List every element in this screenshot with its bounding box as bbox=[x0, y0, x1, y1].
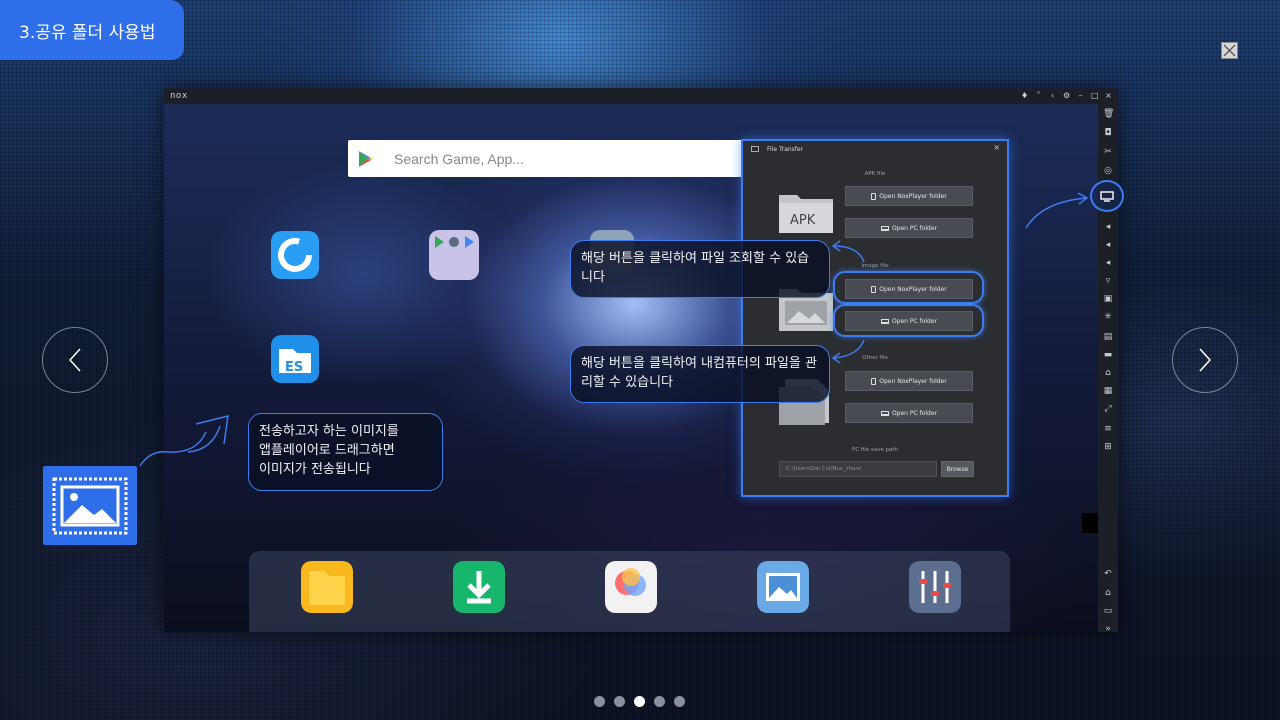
screenshot-icon[interactable]: ◘ bbox=[1103, 128, 1113, 138]
page-dot-3[interactable] bbox=[634, 696, 645, 707]
page-dot-5[interactable] bbox=[674, 696, 685, 707]
window-edge-block bbox=[1082, 513, 1098, 533]
recent-apps-icon[interactable]: ▭ bbox=[1103, 606, 1113, 616]
svg-text:ES: ES bbox=[285, 360, 303, 375]
chevron-left-icon bbox=[68, 348, 81, 372]
scissors-icon[interactable]: ✂ bbox=[1103, 147, 1113, 157]
pin-icon[interactable]: ‹ bbox=[1049, 91, 1056, 100]
keyboard-icon[interactable]: ▤ bbox=[1103, 332, 1113, 342]
next-slide-button[interactable] bbox=[1172, 327, 1238, 393]
apk-folder-icon: APK bbox=[779, 195, 833, 233]
gallery-app-icon[interactable] bbox=[757, 561, 809, 613]
dialog-close-icon[interactable]: × bbox=[993, 143, 1000, 152]
emulator-titlebar: nox ♦ ˅ ‹ ⚙ – □ × bbox=[164, 88, 1118, 104]
callout-view-files: 해당 버튼을 클릭하여 파일 조회할 수 있습니다 bbox=[570, 240, 830, 298]
minimize-icon[interactable]: – bbox=[1077, 91, 1084, 100]
trash-icon[interactable]: 🗑 bbox=[1103, 109, 1114, 119]
arrow-to-pc-button-icon bbox=[831, 339, 865, 364]
chevron-down-icon[interactable]: ˅ bbox=[1035, 91, 1042, 100]
balloon-app-icon[interactable] bbox=[605, 561, 657, 613]
save-path-field[interactable]: C:\Users\Dai Cui\Nox_share bbox=[779, 461, 937, 477]
arrow-to-noxplayer-button-icon bbox=[831, 240, 865, 263]
apk-open-pc-folder-button[interactable]: Open PC folder bbox=[845, 218, 973, 238]
files-app-icon[interactable] bbox=[301, 561, 353, 613]
es-file-explorer-icon[interactable]: ES bbox=[271, 335, 319, 383]
apk-folder-text: APK bbox=[790, 213, 816, 228]
print-icon[interactable]: ▬ bbox=[1103, 350, 1113, 360]
monitor-icon bbox=[751, 146, 759, 152]
apk-install-icon[interactable]: ▣ bbox=[1103, 294, 1113, 304]
highlight-ring-noxplayer bbox=[833, 271, 984, 304]
monitor-icon bbox=[1100, 190, 1114, 202]
pagination-dots bbox=[594, 696, 685, 707]
page-dot-4[interactable] bbox=[654, 696, 665, 707]
image-file-tile[interactable] bbox=[43, 466, 137, 545]
multi-instance-icon[interactable]: ▦ bbox=[1103, 386, 1113, 396]
volume-up-icon[interactable]: ◂ bbox=[1103, 222, 1113, 232]
file-transfer-toolbar-button[interactable] bbox=[1090, 180, 1124, 212]
highlight-ring-pc bbox=[833, 304, 984, 337]
downloader-app-icon[interactable] bbox=[453, 561, 505, 613]
volume-mute-icon[interactable]: ◂ bbox=[1103, 258, 1113, 268]
arrow-to-toolbar-icon bbox=[1025, 192, 1089, 229]
gear-icon[interactable]: ⚙ bbox=[1063, 91, 1070, 100]
file-transfer-title: File Transfer bbox=[767, 145, 804, 153]
maximize-icon[interactable]: □ bbox=[1091, 91, 1099, 100]
callout-manage-files: 해당 버튼을 클릭하여 내컴퓨터의 파일을 관리할 수 있습니다 bbox=[570, 345, 830, 403]
close-icon[interactable] bbox=[1221, 42, 1238, 59]
page-dot-2[interactable] bbox=[614, 696, 625, 707]
page-title-text: 3.공유 폴더 사용법 bbox=[19, 22, 156, 43]
plus-icon[interactable]: ⊞ bbox=[1103, 442, 1113, 452]
laptop-icon bbox=[880, 225, 889, 231]
other-open-pc-folder-button[interactable]: Open PC folder bbox=[845, 403, 973, 423]
laptop-icon bbox=[880, 410, 889, 416]
nox-logo: nox bbox=[170, 91, 188, 101]
other-open-noxplayer-folder-button[interactable]: Open NoxPlayer folder bbox=[845, 371, 973, 391]
other-open-noxplayer-label: Open NoxPlayer folder bbox=[879, 377, 947, 385]
drag-arrow-icon bbox=[139, 415, 229, 467]
page-title: 3.공유 폴더 사용법 bbox=[0, 0, 184, 60]
phone-icon bbox=[871, 377, 877, 385]
file-transfer-header: File Transfer × bbox=[743, 141, 1007, 157]
apk-open-noxplayer-label: Open NoxPlayer folder bbox=[879, 192, 947, 200]
save-path-label: PC file save path bbox=[851, 447, 899, 453]
more-icon[interactable]: » bbox=[1103, 624, 1113, 634]
google-apps-folder-icon[interactable] bbox=[429, 230, 479, 280]
settings-app-icon[interactable] bbox=[909, 561, 961, 613]
cleaner-app-icon[interactable] bbox=[271, 231, 319, 279]
location-icon[interactable]: ◎ bbox=[1103, 166, 1113, 176]
phone-icon bbox=[871, 192, 877, 200]
shirt-icon[interactable]: ♦ bbox=[1021, 91, 1028, 100]
play-store-icon bbox=[359, 150, 373, 167]
menu-icon[interactable]: ≡ bbox=[1103, 424, 1113, 434]
window-close-icon[interactable]: × bbox=[1105, 91, 1112, 100]
other-open-pc-label: Open PC folder bbox=[891, 409, 938, 417]
volume-down-icon[interactable]: ◂ bbox=[1103, 240, 1113, 250]
home-icon[interactable]: ⌂ bbox=[1103, 588, 1113, 598]
search-placeholder: Search Game, App... bbox=[394, 150, 524, 167]
delete-icon[interactable]: ▿ bbox=[1103, 276, 1113, 286]
search-bar[interactable]: Search Game, App... bbox=[348, 140, 743, 177]
apk-open-noxplayer-folder-button[interactable]: Open NoxPlayer folder bbox=[845, 186, 973, 206]
page-dot-1[interactable] bbox=[594, 696, 605, 707]
shake-icon[interactable]: ⌂ bbox=[1103, 368, 1113, 378]
loading-icon[interactable]: ✳ bbox=[1103, 312, 1113, 322]
browse-button[interactable]: Browse bbox=[941, 461, 974, 477]
resize-icon[interactable]: ⤢ bbox=[1103, 404, 1113, 414]
prev-slide-button[interactable] bbox=[42, 327, 108, 393]
apk-open-pc-label: Open PC folder bbox=[891, 224, 938, 232]
back-icon[interactable]: ↶ bbox=[1103, 569, 1113, 579]
apk-section-label: APK file bbox=[864, 171, 886, 177]
chevron-right-icon bbox=[1199, 348, 1212, 372]
image-icon bbox=[52, 477, 128, 534]
callout-drag-images: 전송하고자 하는 이미지를 앱플레이어로 드래그하면 이미지가 전송됩니다 bbox=[248, 413, 443, 491]
